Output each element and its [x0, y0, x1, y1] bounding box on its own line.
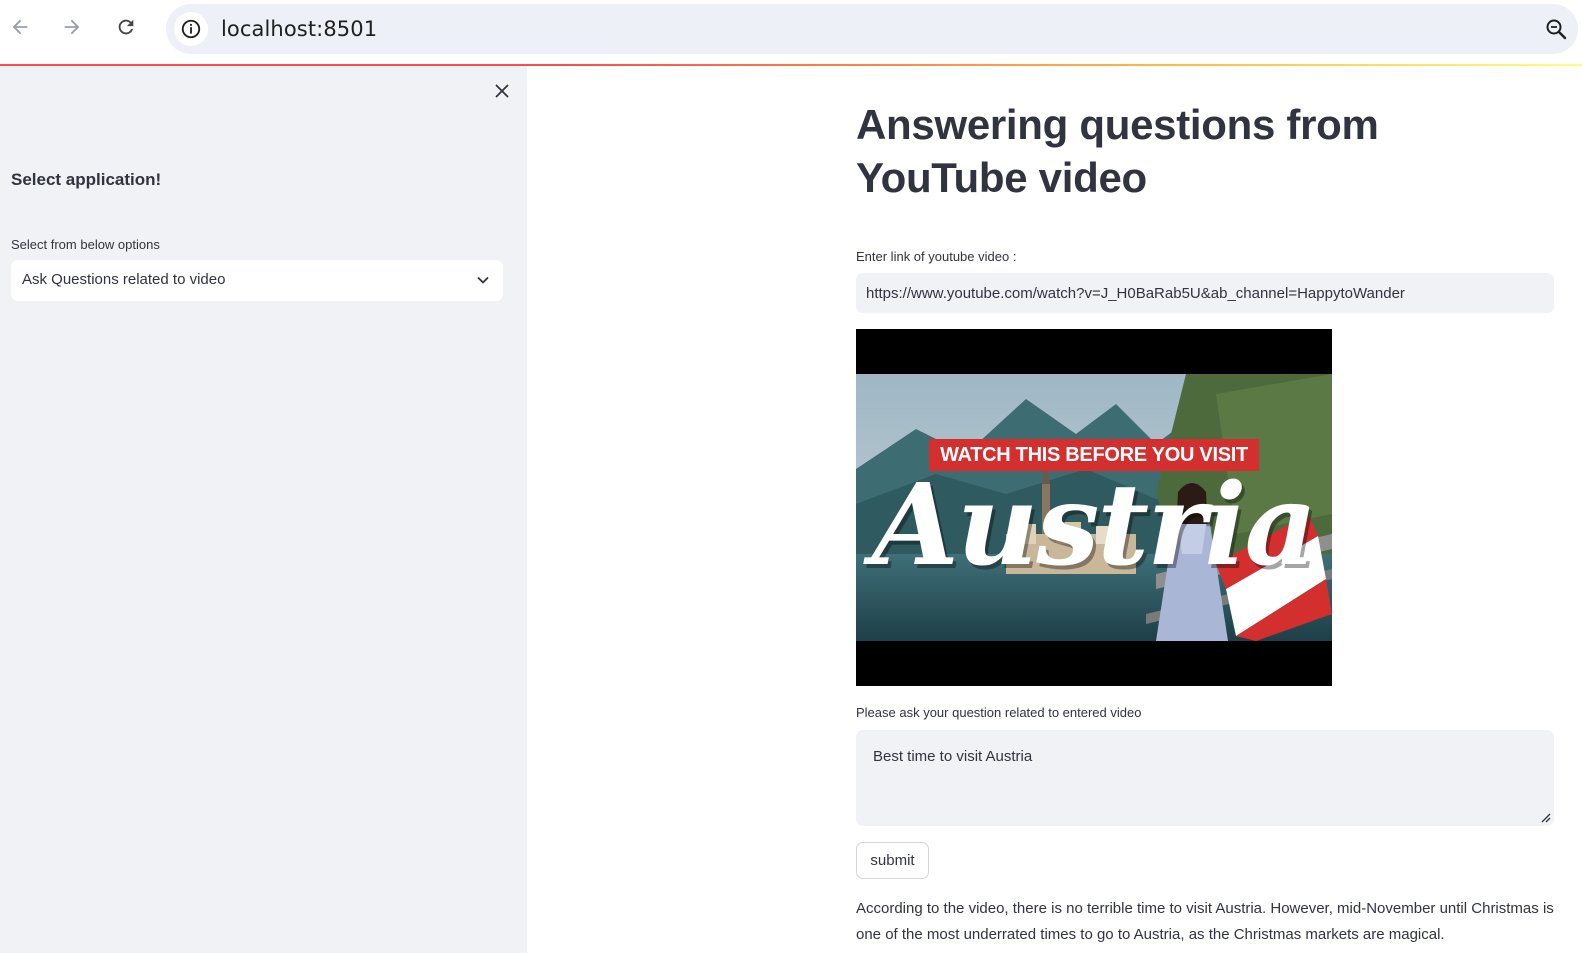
question-textarea[interactable]: Best time to visit Austria	[856, 730, 1554, 826]
sidebar-heading: Select application!	[11, 170, 162, 189]
video-url-label: Enter link of youtube video :	[856, 249, 1017, 264]
reload-icon	[118, 19, 134, 35]
info-icon	[181, 19, 201, 39]
chevron-down-icon	[475, 272, 491, 288]
video-thumbnail: WATCH THIS BEFORE YOU VISIT Austria	[856, 374, 1332, 641]
application-select[interactable]: Ask Questions related to video	[11, 260, 503, 301]
reload-button[interactable]	[109, 10, 143, 44]
forward-button[interactable]	[55, 10, 89, 44]
page-title: Answering questions from YouTube video	[856, 101, 1379, 201]
sidebar-close-button[interactable]	[489, 78, 515, 104]
back-button[interactable]	[3, 10, 37, 44]
question-label: Please ask your question related to ente…	[856, 705, 1142, 720]
sidebar: Select application! Select from below op…	[0, 66, 527, 953]
thumbnail-title: Austria	[872, 460, 1317, 591]
resize-handle-icon[interactable]	[1539, 811, 1551, 823]
zoom-button[interactable]	[1542, 15, 1570, 43]
answer-text: According to the video, there is no terr…	[856, 900, 1554, 943]
select-value: Ask Questions related to video	[22, 271, 226, 288]
arrow-right-icon	[64, 19, 80, 35]
submit-button[interactable]: submit	[856, 842, 929, 879]
browser-toolbar: localhost:8501	[0, 0, 1582, 64]
site-info-button[interactable]	[174, 12, 208, 46]
arrow-left-icon	[12, 19, 28, 35]
close-icon	[495, 84, 509, 98]
video-url-input[interactable]	[856, 273, 1554, 313]
zoom-icon	[1546, 19, 1567, 40]
address-bar[interactable]: localhost:8501	[166, 4, 1578, 54]
youtube-video-player[interactable]: WATCH THIS BEFORE YOU VISIT Austria	[856, 329, 1332, 686]
select-label: Select from below options	[11, 237, 160, 252]
address-url[interactable]: localhost:8501	[221, 17, 377, 41]
